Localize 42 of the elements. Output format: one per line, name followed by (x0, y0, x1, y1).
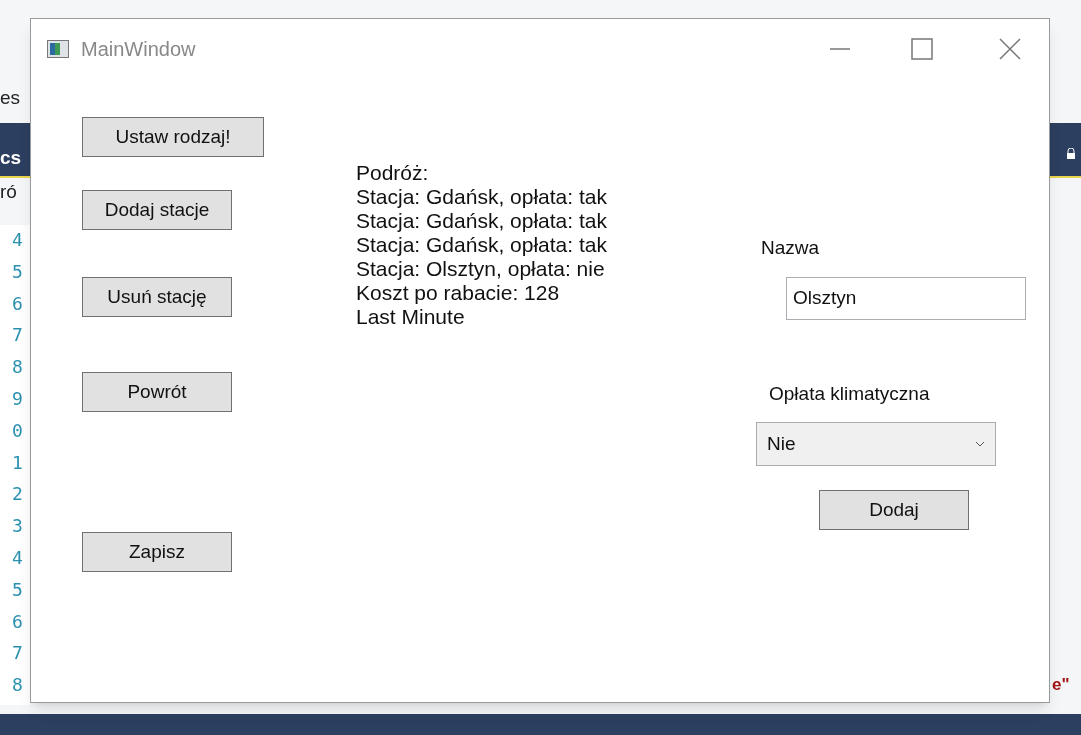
line-number: 5 (11, 259, 23, 284)
line-number: 7 (11, 323, 23, 348)
chevron-down-icon (975, 441, 985, 447)
code-fragment: e" (1052, 674, 1070, 696)
line-number: 4 (11, 545, 23, 570)
action-button[interactable]: Zapisz (82, 532, 232, 572)
line-number: 3 (11, 514, 23, 539)
trip-line: Koszt po rabacie: 128 (356, 281, 561, 305)
name-field[interactable]: Olsztyn (786, 276, 1026, 320)
line-number: 4 (11, 228, 23, 252)
trip-line: Stacja: Gdańsk, opłata: tak (356, 233, 608, 257)
code-fragment: ró (0, 180, 17, 204)
line-number: 7 (11, 641, 23, 666)
line-number: 1 (11, 450, 23, 475)
add-button[interactable]: Dodaj (819, 490, 969, 530)
trip-line: Podróż: (356, 161, 430, 185)
window-title: MainWindow (81, 37, 196, 62)
maximize-icon[interactable] (911, 38, 933, 60)
app-icon (47, 40, 69, 58)
fee-dropdown[interactable]: Nie (756, 422, 996, 466)
action-button[interactable]: Usuń stację (82, 277, 232, 317)
action-button[interactable]: Ustaw rodzaj! (82, 117, 264, 157)
action-button[interactable]: Powrót (82, 372, 232, 412)
line-number: 9 (11, 387, 23, 411)
close-icon[interactable] (999, 38, 1021, 60)
action-button[interactable]: Dodaj stacje (82, 190, 232, 230)
line-number: 6 (11, 291, 23, 316)
line-number: 8 (11, 355, 23, 380)
fee-label: Opłata klimatyczna (769, 381, 930, 406)
line-number: 5 (11, 577, 23, 602)
code-fragment: es (0, 86, 21, 110)
trip-line: Stacja: Olsztyn, opłata: nie (356, 257, 606, 281)
name-label: Nazwa (761, 236, 820, 260)
trip-line: Last Minute (356, 305, 466, 329)
line-number: 6 (11, 609, 23, 634)
trip-line: Stacja: Gdańsk, opłata: tak (356, 209, 608, 233)
code-fragment: cs (0, 146, 22, 170)
trip-line: Stacja: Gdańsk, opłata: tak (356, 185, 608, 209)
lock-icon (1066, 148, 1076, 160)
line-number: 0 (11, 418, 23, 443)
line-number: 2 (11, 482, 23, 507)
line-number: 8 (11, 673, 23, 698)
